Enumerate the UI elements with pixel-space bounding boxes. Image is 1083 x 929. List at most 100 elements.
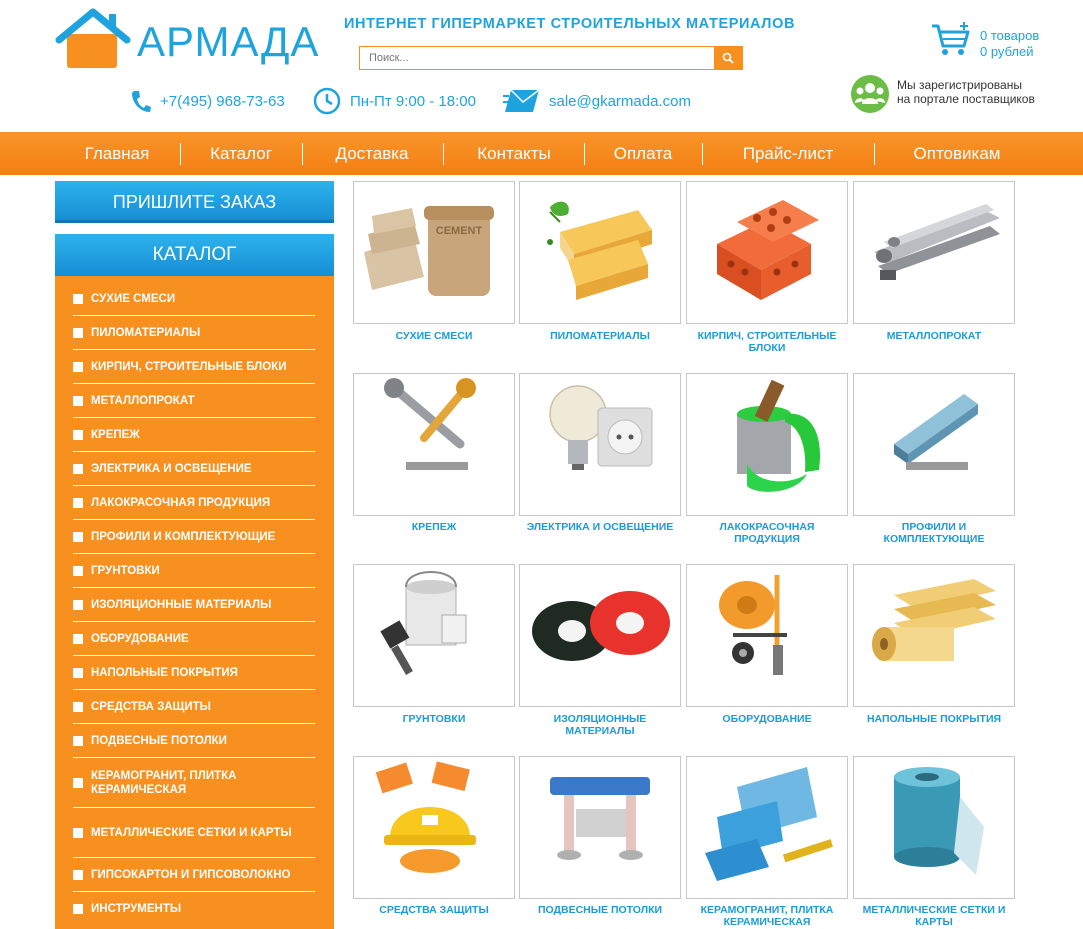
nav-item-home[interactable]: Главная: [62, 132, 172, 175]
nav-divider: [874, 143, 875, 165]
category-label[interactable]: КИРПИЧ, СТРОИТЕЛЬНЫЕ БЛОКИ: [686, 330, 848, 354]
category-tile-metal-mesh[interactable]: [853, 756, 1015, 899]
category-tile-insulation[interactable]: [519, 564, 681, 707]
registered-line-2: на портале поставщиков: [897, 92, 1035, 106]
bullet-icon: [73, 497, 83, 508]
search-bar: [359, 46, 743, 70]
catalog-item-label: КРЕПЕЖ: [91, 428, 140, 441]
cart[interactable]: 0 товаров 0 рублей: [930, 22, 1060, 62]
nav-divider: [443, 143, 444, 165]
screw-icon: [384, 378, 476, 470]
category-tile-bricks[interactable]: [686, 181, 848, 324]
bullet-icon: [73, 904, 83, 914]
category-label[interactable]: НАПОЛЬНЫЕ ПОКРЫТИЯ: [853, 713, 1015, 725]
email-envelope-icon: [503, 89, 540, 112]
paint-bucket-icon: [737, 379, 821, 492]
category-tile-dry-mixes[interactable]: CEMENT: [353, 181, 515, 324]
catalog-item-lumber[interactable]: ПИЛОМАТЕРИАЛЫ: [73, 316, 315, 350]
catalog-item-ceilings[interactable]: ПОДВЕСНЫЕ ПОТОЛКИ: [73, 724, 315, 758]
ceiling-hangers-icon: [550, 777, 650, 860]
catalog-item-bricks[interactable]: КИРПИЧ, СТРОИТЕЛЬНЫЕ БЛОКИ: [73, 350, 315, 384]
category-tile-ceilings[interactable]: [519, 756, 681, 899]
category-label[interactable]: КЕРАМОГРАНИТ, ПЛИТКА КЕРАМИЧЕСКАЯ: [686, 904, 848, 928]
bullet-icon: [73, 599, 83, 610]
catalog-item-metal[interactable]: МЕТАЛЛОПРОКАТ: [73, 384, 315, 418]
category-tile-primers[interactable]: [353, 564, 515, 707]
working-hours: Пн-Пт 9:00 - 18:00: [312, 86, 476, 116]
search-icon: [722, 52, 734, 64]
catalog-item-label: ГРУНТОВКИ: [91, 564, 160, 577]
category-label[interactable]: СРЕДСТВА ЗАЩИТЫ: [353, 904, 515, 916]
nav-divider: [584, 143, 585, 165]
catalog-item-label: КИРПИЧ, СТРОИТЕЛЬНЫЕ БЛОКИ: [91, 360, 287, 373]
category-tile-equipment[interactable]: [686, 564, 848, 707]
category-label[interactable]: ИЗОЛЯЦИОННЫЕ МАТЕРИАЛЫ: [519, 713, 681, 737]
category-tile-metal[interactable]: [853, 181, 1015, 324]
catalog-item-label: СУХИЕ СМЕСИ: [91, 292, 176, 305]
category-tile-lumber[interactable]: [519, 181, 681, 324]
category-label[interactable]: ОБОРУДОВАНИЕ: [686, 713, 848, 725]
catalog-item-flooring[interactable]: НАПОЛЬНЫЕ ПОКРЫТИЯ: [73, 656, 315, 690]
category-label[interactable]: МЕТАЛЛОПРОКАТ: [853, 330, 1015, 342]
category-label[interactable]: МЕТАЛЛИЧЕСКИЕ СЕТКИ И КАРТЫ: [853, 904, 1015, 928]
category-label[interactable]: КРЕПЕЖ: [353, 521, 515, 533]
email-contact[interactable]: sale@gkarmada.com: [503, 86, 691, 116]
nav-divider: [180, 143, 181, 165]
nav-divider: [702, 143, 703, 165]
category-tile-profiles[interactable]: [853, 373, 1015, 516]
category-label[interactable]: ГРУНТОВКИ: [353, 713, 515, 725]
catalog-item-drywall[interactable]: ГИПСОКАРТОН И ГИПСОВОЛОКНО: [73, 858, 315, 892]
category-label[interactable]: ЭЛЕКТРИКА И ОСВЕЩЕНИЕ: [519, 521, 681, 533]
category-label[interactable]: ПРОФИЛИ И КОМПЛЕКТУЮЩИЕ: [853, 521, 1015, 545]
category-tile-fasteners[interactable]: [353, 373, 515, 516]
category-tile-ceramic-tiles[interactable]: [686, 756, 848, 899]
catalog-item-label: ОБОРУДОВАНИЕ: [91, 632, 189, 645]
catalog-item-protection[interactable]: СРЕДСТВА ЗАЩИТЫ: [73, 690, 315, 724]
nav-item-contacts[interactable]: Контакты: [453, 132, 575, 175]
search-button[interactable]: [714, 47, 742, 69]
nav-item-wholesale[interactable]: Оптовикам: [884, 132, 1030, 175]
catalog-item-tools[interactable]: ИНСТРУМЕНТЫ: [73, 892, 315, 926]
category-tile-electrics[interactable]: [519, 373, 681, 516]
category-tile-protection[interactable]: [353, 756, 515, 899]
search-input[interactable]: [360, 47, 714, 69]
catalog-item-label: НАПОЛЬНЫЕ ПОКРЫТИЯ: [91, 666, 238, 679]
main-nav: Главная Каталог Доставка Контакты Оплата…: [0, 132, 1083, 175]
nav-item-payment[interactable]: Оплата: [594, 132, 692, 175]
registered-text: Мы зарегистрированы на портале поставщик…: [897, 78, 1035, 106]
category-label[interactable]: СУХИЕ СМЕСИ: [353, 330, 515, 342]
bullet-icon: [73, 531, 83, 542]
bullet-icon: [73, 777, 83, 788]
logo[interactable]: АРМАДА: [55, 8, 318, 72]
category-tile-paints[interactable]: [686, 373, 848, 516]
email-address: sale@gkarmada.com: [549, 92, 691, 110]
send-order-button[interactable]: ПРИШЛИТЕ ЗАКАЗ: [55, 181, 334, 223]
catalog-item-equipment[interactable]: ОБОРУДОВАНИЕ: [73, 622, 315, 656]
catalog-item-primers[interactable]: ГРУНТОВКИ: [73, 554, 315, 588]
bullet-icon: [73, 395, 83, 406]
catalog-list: СУХИЕ СМЕСИ ПИЛОМАТЕРИАЛЫ КИРПИЧ, СТРОИТ…: [55, 276, 334, 929]
catalog-item-insulation[interactable]: ИЗОЛЯЦИОННЫЕ МАТЕРИАЛЫ: [73, 588, 315, 622]
catalog-item-label: ЛАКОКРАСОЧНАЯ ПРОДУКЦИЯ: [91, 496, 271, 509]
category-label[interactable]: ЛАКОКРАСОЧНАЯ ПРОДУКЦИЯ: [686, 521, 848, 545]
category-tile-flooring[interactable]: [853, 564, 1015, 707]
nav-item-price-list[interactable]: Прайс-лист: [712, 132, 864, 175]
catalog-item-electrics[interactable]: ЭЛЕКТРИКА И ОСВЕЩЕНИЕ: [73, 452, 315, 486]
catalog-item-label: СРЕДСТВА ЗАЩИТЫ: [91, 700, 211, 713]
category-label[interactable]: ПИЛОМАТЕРИАЛЫ: [519, 330, 681, 342]
phone-contact[interactable]: +7(495) 968-73-63: [130, 86, 285, 116]
catalog-item-profiles[interactable]: ПРОФИЛИ И КОМПЛЕКТУЮЩИЕ: [73, 520, 315, 554]
nav-item-delivery[interactable]: Доставка: [312, 132, 432, 175]
registered-supplier-portal[interactable]: Мы зарегистрированы на портале поставщик…: [850, 74, 1070, 114]
nav-item-catalog[interactable]: Каталог: [190, 132, 292, 175]
catalog-item-ceramic-tiles[interactable]: КЕРАМОГРАНИТ, ПЛИТКА КЕРАМИЧЕСКАЯ: [73, 758, 315, 808]
catalog-heading: КАТАЛОГ: [55, 234, 334, 276]
lightbulb-socket-icon: [549, 385, 653, 470]
catalog-item-fasteners[interactable]: КРЕПЕЖ: [73, 418, 315, 452]
category-label[interactable]: ПОДВЕСНЫЕ ПОТОЛКИ: [519, 904, 681, 916]
mesh-roll-icon: [894, 767, 984, 875]
catalog-item-paints[interactable]: ЛАКОКРАСОЧНАЯ ПРОДУКЦИЯ: [73, 486, 315, 520]
catalog-item-dry-mixes[interactable]: СУХИЕ СМЕСИ: [73, 282, 315, 316]
phone-number: +7(495) 968-73-63: [160, 92, 285, 110]
catalog-item-metal-mesh[interactable]: МЕТАЛЛИЧЕСКИЕ СЕТКИ И КАРТЫ: [73, 808, 315, 858]
